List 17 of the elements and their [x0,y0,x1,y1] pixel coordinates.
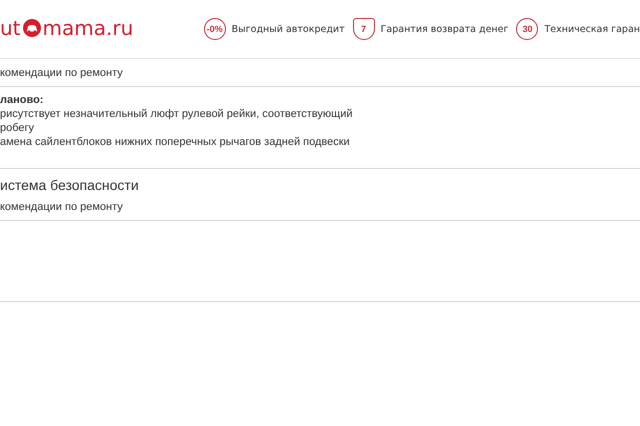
logo-text: ut [0,16,21,40]
logo[interactable]: ut mama.ru [0,16,134,40]
section-subheading: комендации по ремонту [0,66,124,81]
note-title: ланово: [0,93,44,107]
benefit-label[interactable]: Техническая гаран [544,24,640,34]
section-subheading: комендации по ремонту [0,200,124,215]
note-line: рисутствует незначительный люфт рулевой рейки, соответствующий [0,107,354,121]
circle-badge-icon: 30 [516,18,538,40]
section-heading: истема безопасности [0,176,140,193]
note-line: амена сайлентблоков нижних поперечных рычагов задней подвески [0,135,351,149]
note-line: робегу [0,121,36,135]
benefit-label[interactable]: Гарантия возврата денег [380,24,508,34]
shield-badge-icon: 7 [352,18,375,40]
car-logo-icon [22,18,42,38]
circle-badge-icon: -0% [204,18,226,40]
benefit-label[interactable]: Выгодный автокредит [232,24,345,34]
logo-text: mama.ru [42,16,134,40]
